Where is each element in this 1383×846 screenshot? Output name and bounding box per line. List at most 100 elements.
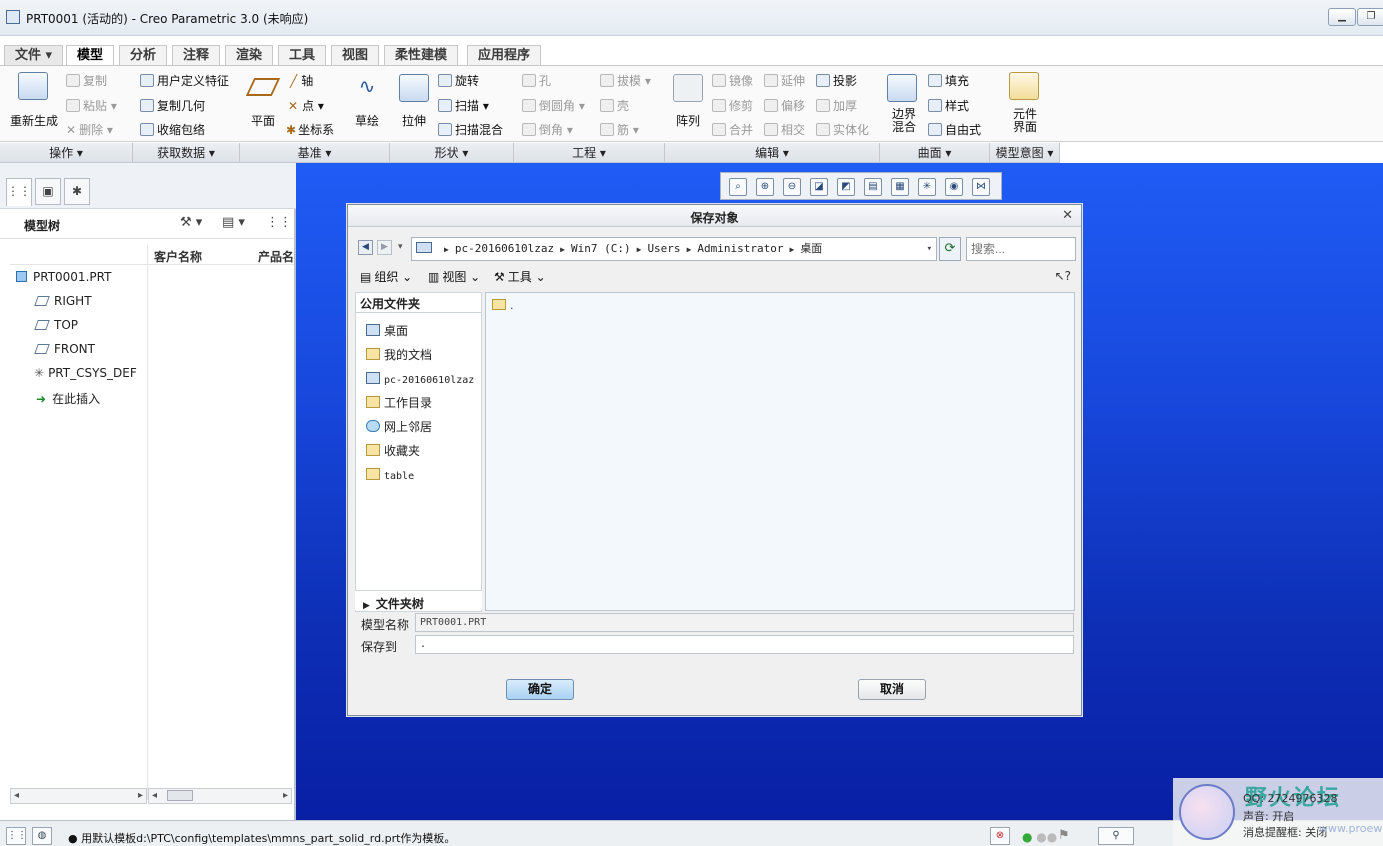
display-style-icon[interactable]: ◩	[837, 178, 855, 196]
refresh-button[interactable]: ⟳	[939, 237, 961, 261]
tab-model[interactable]: 模型	[66, 45, 115, 67]
regenerate-button[interactable]: 重新生成	[10, 112, 58, 129]
sketch-button[interactable]: 草绘	[355, 112, 379, 129]
solidify-button[interactable]: 实体化	[816, 121, 869, 138]
restore-button[interactable]: ❐	[1357, 8, 1383, 26]
crumb-computer[interactable]: pc-20160610lzaz	[455, 238, 554, 260]
project-button[interactable]: 投影	[816, 72, 857, 89]
copy-geometry-button[interactable]: 复制几何	[140, 97, 205, 114]
style-button[interactable]: 样式	[928, 97, 969, 114]
revolve-button[interactable]: 旋转	[438, 72, 479, 89]
round-button[interactable]: 倒圆角 ▾	[522, 97, 585, 114]
stop-icon[interactable]: ⊗	[990, 827, 1010, 845]
browser-toggle-icon[interactable]: ◍	[32, 827, 52, 845]
tree-hscroll-left[interactable]: ◂ ▸	[10, 788, 147, 804]
organize-menu[interactable]: ▤ 组织 ⌄	[360, 268, 412, 285]
favorites-tab[interactable]: ✱	[64, 178, 90, 205]
rib-button[interactable]: 筋 ▾	[600, 121, 639, 138]
shrinkwrap-button[interactable]: 收缩包络	[140, 121, 205, 138]
swept-blend-button[interactable]: 扫描混合	[438, 121, 503, 138]
point-button[interactable]: ✕ 点 ▾	[288, 97, 324, 114]
group-surfaces[interactable]: 曲面 ▾	[880, 143, 990, 163]
plane-button[interactable]: 平面	[251, 112, 275, 129]
place-my-documents[interactable]: 我的文档	[366, 346, 432, 363]
trim-button[interactable]: 修剪	[712, 97, 753, 114]
crumb-desktop[interactable]: 桌面	[800, 238, 822, 260]
group-datum[interactable]: 基准 ▾	[240, 143, 390, 163]
place-working-directory[interactable]: 工作目录	[366, 394, 432, 411]
tree-item-right[interactable]: RIGHT	[34, 294, 92, 308]
forward-button[interactable]: ▶	[377, 240, 392, 255]
tab-render[interactable]: 渲染	[225, 45, 274, 66]
udf-button[interactable]: 用户定义特征	[140, 72, 229, 89]
refit-icon[interactable]: ⌕	[729, 178, 747, 196]
place-table[interactable]: table	[366, 468, 414, 482]
tools-menu[interactable]: ⚒ 工具 ⌄	[494, 268, 546, 285]
file-list[interactable]: .	[485, 292, 1075, 611]
paste-button[interactable]: 粘贴 ▾	[66, 97, 117, 114]
cancel-button[interactable]: 取消	[858, 679, 926, 700]
axis-button[interactable]: ╱ 轴	[290, 72, 313, 89]
folder-tree-toggle[interactable]: ▶ 文件夹树	[355, 590, 482, 611]
tab-flexible-modeling[interactable]: 柔性建模	[384, 45, 459, 66]
address-dropdown-icon[interactable]: ▾	[927, 238, 932, 260]
freestyle-button[interactable]: 自由式	[928, 121, 981, 138]
address-bar[interactable]: ▶ pc-20160610lzaz ▶ Win7 (C:) ▶ Users ▶ Adminis…	[411, 237, 937, 261]
tab-analysis[interactable]: 分析	[119, 45, 168, 66]
tree-settings-icon[interactable]: ⚒ ▾	[180, 215, 202, 230]
zoom-in-icon[interactable]: ⊕	[756, 178, 774, 196]
tree-item-part[interactable]: PRT0001.PRT	[16, 270, 111, 284]
fill-button[interactable]: 填充	[928, 72, 969, 89]
tab-annotate[interactable]: 注释	[172, 45, 221, 66]
datum-display-icon[interactable]: ✳	[918, 178, 936, 196]
group-operations[interactable]: 操作 ▾	[0, 143, 133, 163]
offset-button[interactable]: 偏移	[764, 97, 805, 114]
crumb-drive[interactable]: Win7 (C:)	[571, 238, 631, 260]
annotation-display-icon[interactable]: ⋈	[972, 178, 990, 196]
tab-tools[interactable]: 工具	[278, 45, 327, 66]
thicken-button[interactable]: 加厚	[816, 97, 857, 114]
hole-button[interactable]: 孔	[522, 72, 551, 89]
search-input[interactable]	[966, 237, 1076, 261]
crumb-administrator[interactable]: Administrator	[697, 238, 783, 260]
column-product-name[interactable]: 产品名	[258, 248, 294, 265]
crumb-users[interactable]: Users	[647, 238, 680, 260]
sweep-button[interactable]: 扫描 ▾	[438, 97, 489, 114]
draft-button[interactable]: 拔模 ▾	[600, 72, 651, 89]
tab-file[interactable]: 文件 ▾	[4, 45, 64, 66]
tree-item-front[interactable]: FRONT	[34, 342, 95, 356]
place-favorites[interactable]: 收藏夹	[366, 442, 420, 459]
tab-view[interactable]: 视图	[331, 45, 380, 66]
extend-button[interactable]: 延伸	[764, 72, 805, 89]
find-icon[interactable]: ⚲	[1098, 827, 1134, 845]
spin-center-icon[interactable]: ◉	[945, 178, 963, 196]
history-dropdown[interactable]: ▾	[398, 242, 403, 252]
save-to-field[interactable]: .	[415, 635, 1074, 654]
group-model-intent[interactable]: 模型意图 ▾	[990, 143, 1060, 163]
group-editing[interactable]: 编辑 ▾	[665, 143, 880, 163]
back-button[interactable]: ◀	[358, 240, 373, 255]
place-computer[interactable]: pc-20160610lzaz	[366, 372, 474, 386]
boundary-blend-button[interactable]: 边界混合	[890, 108, 918, 134]
group-shapes[interactable]: 形状 ▾	[390, 143, 514, 163]
ok-button[interactable]: 确定	[506, 679, 574, 700]
views-menu[interactable]: ▥ 视图 ⌄	[428, 268, 480, 285]
minimize-button[interactable]: ▁	[1328, 8, 1356, 26]
chamfer-button[interactable]: 倒角 ▾	[522, 121, 573, 138]
repaint-icon[interactable]: ◪	[810, 178, 828, 196]
close-icon[interactable]: ✕	[1062, 208, 1073, 223]
place-desktop[interactable]: 桌面	[366, 322, 408, 339]
tree-hscroll-right[interactable]: ◂ ▸	[148, 788, 292, 804]
view-manager-icon[interactable]: ▦	[891, 178, 909, 196]
tab-applications[interactable]: 应用程序	[467, 45, 542, 66]
pattern-button[interactable]: 阵列	[676, 112, 700, 129]
folder-browser-tab[interactable]: ▣	[35, 178, 61, 205]
flag-icon[interactable]: ⚑	[1058, 828, 1070, 843]
csys-button[interactable]: ✱ 坐标系	[286, 121, 334, 138]
extrude-button[interactable]: 拉伸	[402, 112, 426, 129]
tree-columns-icon[interactable]: ⋮⋮	[266, 215, 292, 230]
group-engineering[interactable]: 工程 ▾	[514, 143, 665, 163]
copy-button[interactable]: 复制	[66, 72, 107, 89]
zoom-out-icon[interactable]: ⊖	[783, 178, 801, 196]
tree-filter-icon[interactable]: ▤ ▾	[222, 215, 245, 230]
